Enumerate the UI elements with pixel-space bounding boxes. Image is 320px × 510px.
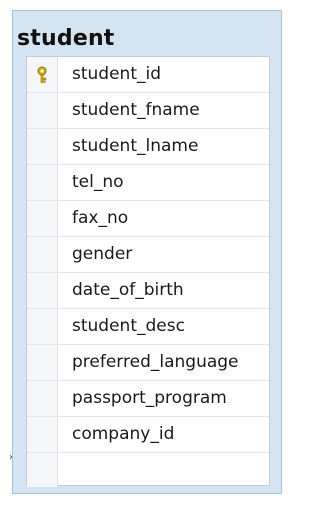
column-name: passport_program	[72, 388, 227, 408]
column-name: company_id	[72, 424, 175, 444]
column-name: fax_no	[72, 208, 129, 228]
row-selector[interactable]	[27, 273, 58, 308]
row-selector[interactable]	[27, 417, 58, 452]
column-name: tel_no	[72, 172, 124, 192]
row-selector[interactable]	[27, 129, 58, 164]
row-selector[interactable]	[27, 57, 58, 92]
column-row[interactable]: student_lname	[27, 129, 269, 165]
resize-marker: ›	[9, 452, 13, 463]
key-icon	[37, 66, 47, 83]
new-column-row[interactable]	[27, 453, 269, 487]
column-row[interactable]: preferred_language	[27, 345, 269, 381]
column-row[interactable]: student_id	[27, 57, 269, 93]
column-row[interactable]: company_id	[27, 417, 269, 453]
column-row[interactable]: date_of_birth	[27, 273, 269, 309]
column-row[interactable]: fax_no	[27, 201, 269, 237]
column-row[interactable]: tel_no	[27, 165, 269, 201]
row-selector[interactable]	[27, 345, 58, 380]
column-row[interactable]: student_desc	[27, 309, 269, 345]
row-selector[interactable]	[27, 453, 58, 487]
table-title: student	[17, 26, 115, 51]
row-selector[interactable]	[27, 237, 58, 272]
row-selector[interactable]	[27, 309, 58, 344]
column-row[interactable]: passport_program	[27, 381, 269, 417]
column-name: gender	[72, 244, 133, 264]
row-selector[interactable]	[27, 93, 58, 128]
row-selector[interactable]	[27, 381, 58, 416]
column-name: student_lname	[72, 136, 199, 156]
column-name: student_desc	[72, 316, 185, 336]
column-row[interactable]: student_fname	[27, 93, 269, 129]
column-name: student_fname	[72, 100, 200, 120]
column-row[interactable]: gender	[27, 237, 269, 273]
column-name: preferred_language	[72, 352, 239, 372]
column-name: student_id	[72, 64, 162, 84]
columns-grid[interactable]: student_id student_fname student_lname t…	[26, 56, 270, 487]
column-name: date_of_birth	[72, 280, 184, 300]
row-selector[interactable]	[27, 201, 58, 236]
row-selector[interactable]	[27, 165, 58, 200]
